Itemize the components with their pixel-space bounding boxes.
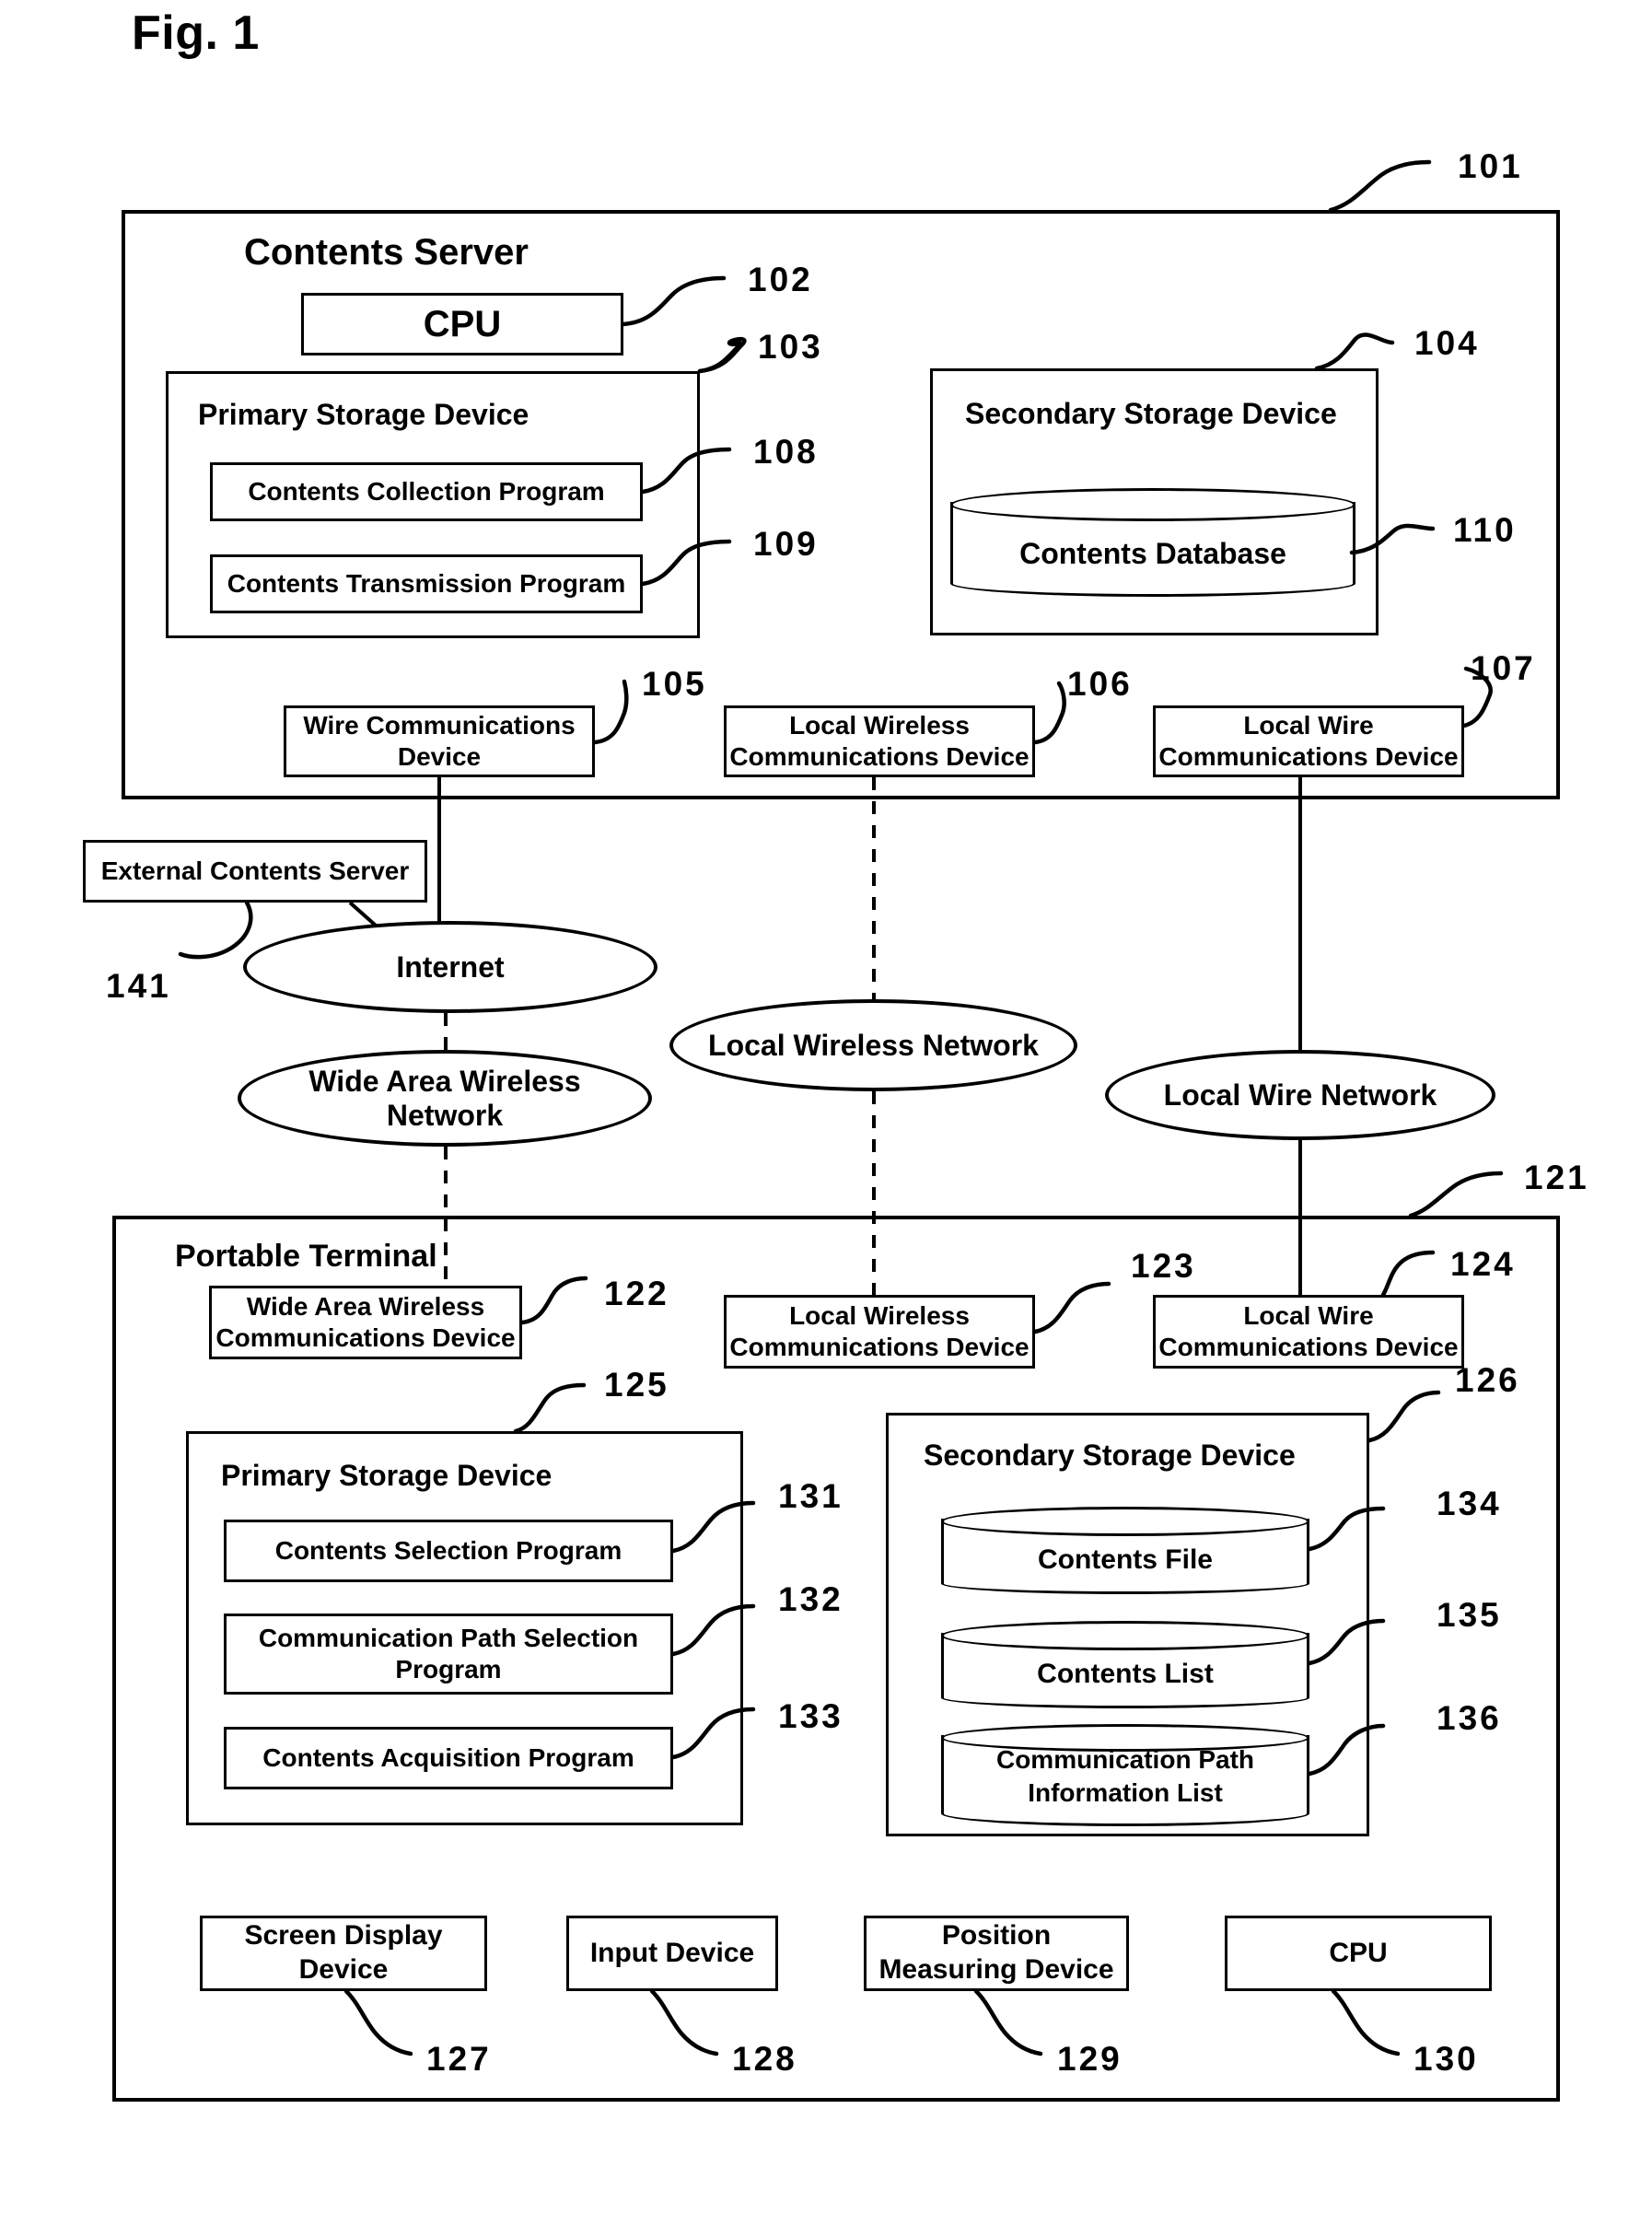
- ref-134: 134: [1437, 1485, 1502, 1522]
- terminal-primary-storage-label: Primary Storage Device: [221, 1459, 553, 1492]
- communication-path-selection-program-box: Communication Path Selection Program: [224, 1614, 673, 1695]
- ref-128: 128: [732, 2040, 797, 2078]
- input-device-box: Input Device: [566, 1916, 778, 1991]
- terminal-local-wireless-line1: Local Wireless: [789, 1300, 970, 1330]
- ref-102: 102: [748, 261, 813, 298]
- local-wireless-network-ellipse: Local Wireless Network: [669, 999, 1077, 1091]
- comm-path-info-list-line2: Information List: [1028, 1778, 1223, 1807]
- leader-141: [178, 900, 253, 960]
- server-primary-storage-label: Primary Storage Device: [198, 398, 529, 431]
- contents-file-cylinder: Contents File: [941, 1507, 1309, 1594]
- screen-display-device-box: Screen Display Device: [200, 1916, 487, 1991]
- position-measuring-line2: Measuring Device: [878, 1954, 1114, 1985]
- external-contents-server-box: External Contents Server: [83, 840, 427, 903]
- server-local-wire-line1: Local Wire: [1243, 710, 1374, 740]
- local-wire-network-ellipse: Local Wire Network: [1105, 1050, 1495, 1140]
- ref-133: 133: [778, 1697, 843, 1735]
- terminal-local-wire-comm-device-box: Local Wire Communications Device: [1153, 1295, 1464, 1369]
- figure-title: Fig. 1: [132, 6, 260, 60]
- server-wire-comm-line1: Wire Communications: [303, 710, 576, 740]
- ref-124: 124: [1450, 1245, 1516, 1283]
- contents-file-label: Contents File: [1037, 1544, 1213, 1575]
- ref-110: 110: [1453, 511, 1517, 549]
- server-local-wire-comm-device-box: Local Wire Communications Device: [1153, 705, 1464, 777]
- server-local-wireless-comm-device-box: Local Wireless Communications Device: [724, 705, 1035, 777]
- leader-101: [1328, 159, 1432, 213]
- portable-terminal-label: Portable Terminal: [175, 1239, 437, 1274]
- ref-127: 127: [426, 2040, 492, 2078]
- ref-125: 125: [604, 1366, 669, 1404]
- ref-130: 130: [1414, 2040, 1479, 2078]
- server-wire-comm-device-box: Wire Communications Device: [284, 705, 595, 777]
- screen-display-line2: Device: [298, 1954, 389, 1985]
- ref-135: 135: [1437, 1596, 1502, 1634]
- contents-list-cylinder: Contents List: [941, 1621, 1309, 1708]
- ref-132: 132: [778, 1580, 843, 1618]
- ref-123: 123: [1131, 1247, 1196, 1285]
- comm-path-info-list-line1: Communication Path: [995, 1745, 1254, 1774]
- position-measuring-line1: Position: [941, 1920, 1052, 1952]
- ref-129: 129: [1057, 2040, 1123, 2078]
- server-wire-comm-line2: Device: [397, 742, 482, 771]
- comm-path-sel-line2: Program: [395, 1655, 502, 1684]
- contents-database-label: Contents Database: [1019, 537, 1286, 570]
- contents-server-label: Contents Server: [244, 232, 529, 273]
- wide-area-wireless-network-ellipse: Wide Area Wireless Network: [238, 1050, 652, 1147]
- ref-108: 108: [753, 433, 819, 471]
- terminal-wide-area-line2: Communications Device: [215, 1323, 516, 1352]
- terminal-local-wireless-comm-device-box: Local Wireless Communications Device: [724, 1295, 1035, 1369]
- terminal-secondary-storage-label: Secondary Storage Device: [924, 1439, 1296, 1472]
- terminal-local-wireless-line2: Communications Device: [729, 1333, 1030, 1361]
- communication-path-information-list-cylinder: Communication Path Information List: [941, 1724, 1309, 1826]
- server-local-wireless-line2: Communications Device: [729, 742, 1030, 771]
- terminal-local-wire-line2: Communications Device: [1158, 1333, 1459, 1361]
- server-secondary-storage-label: Secondary Storage Device: [965, 397, 1337, 430]
- position-measuring-device-box: Position Measuring Device: [864, 1916, 1129, 1991]
- ref-101: 101: [1458, 147, 1523, 185]
- wide-area-wireless-network-line2: Network: [386, 1098, 504, 1132]
- contents-database-cylinder: Contents Database: [950, 488, 1355, 597]
- ref-141: 141: [106, 967, 171, 1005]
- server-local-wireless-line1: Local Wireless: [789, 710, 970, 740]
- ref-104: 104: [1414, 324, 1480, 362]
- contents-collection-program-box: Contents Collection Program: [210, 462, 643, 521]
- ref-109: 109: [753, 525, 819, 563]
- server-cpu-box: CPU: [301, 293, 623, 355]
- ref-126: 126: [1455, 1361, 1520, 1399]
- ref-131: 131: [778, 1477, 843, 1515]
- contents-acquisition-program-box: Contents Acquisition Program: [224, 1727, 673, 1789]
- terminal-local-wire-line1: Local Wire: [1243, 1300, 1374, 1330]
- terminal-wide-area-line1: Wide Area Wireless: [246, 1291, 485, 1321]
- patent-figure-page: Fig. 1 Contents Server 101 CPU 102 Prima…: [0, 0, 1652, 2237]
- contents-selection-program-box: Contents Selection Program: [224, 1520, 673, 1582]
- ref-122: 122: [604, 1275, 669, 1312]
- contents-list-label: Contents List: [1037, 1659, 1214, 1689]
- ref-136: 136: [1437, 1699, 1502, 1737]
- server-local-wire-line2: Communications Device: [1158, 742, 1459, 771]
- ref-107: 107: [1471, 649, 1536, 687]
- ref-121: 121: [1524, 1159, 1589, 1196]
- comm-path-sel-line1: Communication Path Selection: [258, 1623, 639, 1652]
- wide-area-wireless-network-line1: Wide Area Wireless: [308, 1064, 581, 1098]
- terminal-cpu-box: CPU: [1225, 1916, 1492, 1991]
- ref-105: 105: [642, 665, 707, 703]
- screen-display-line1: Screen Display: [244, 1920, 443, 1952]
- internet-ellipse: Internet: [243, 921, 657, 1013]
- leader-121: [1408, 1171, 1504, 1218]
- ref-106: 106: [1067, 665, 1133, 703]
- contents-transmission-program-box: Contents Transmission Program: [210, 554, 643, 613]
- terminal-wide-area-wireless-comm-device-box: Wide Area Wireless Communications Device: [209, 1286, 522, 1359]
- ref-103: 103: [758, 328, 823, 366]
